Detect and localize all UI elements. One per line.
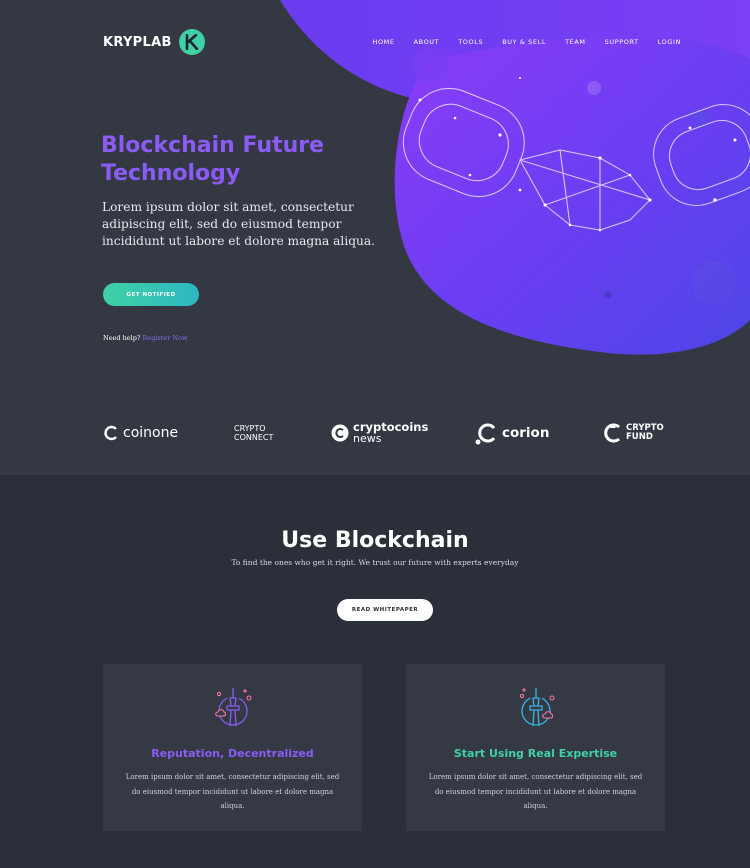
cryptocoins-icon (331, 424, 349, 442)
partner-corion-logo: corion (474, 415, 549, 451)
tower-icon (519, 688, 554, 727)
nav-support[interactable]: SUPPORT (605, 38, 639, 46)
nav-home[interactable]: HOME (372, 38, 394, 46)
feature-card-expertise: Start Using Real Expertise Lorem ipsum d… (406, 664, 665, 831)
main-navigation: HOME ABOUT TOOLS BUY & SELL TEAM SUPPORT… (353, 38, 681, 46)
partner-crypto-connect-logo: CRYPTO CONNECT (234, 424, 274, 442)
read-whitepaper-button[interactable]: READ WHITEPAPER (337, 599, 433, 621)
register-now-link[interactable]: Register Now (142, 334, 187, 342)
card-title: Reputation, Decentralized (151, 747, 314, 760)
hero-title: Blockchain Future Technology (101, 133, 325, 186)
nav-team[interactable]: TEAM (565, 38, 586, 46)
help-text: Need help? (103, 334, 141, 342)
tower-icon (214, 688, 251, 727)
brand-name: KRYPLAB (103, 34, 172, 50)
brand-badge-icon (178, 29, 205, 55)
card-title: Start Using Real Expertise (453, 747, 618, 760)
nav-about[interactable]: ABOUT (414, 38, 440, 46)
brand-logo[interactable]: KRYPLAB (103, 29, 205, 55)
crypto-fund-icon (604, 423, 620, 443)
hero-description: Lorem ipsum dolor sit amet, consectetur … (102, 200, 376, 248)
hero-section: KRYPLAB HOME ABOUT TOOLS BUY & SELL TEAM… (0, 0, 750, 475)
partner-coinone-logo: coinone (103, 415, 178, 451)
nav-tools[interactable]: TOOLS (458, 38, 483, 46)
feature-card-reputation: Reputation, Decentralized Lorem ipsum do… (103, 664, 362, 831)
partner-crypto-fund-logo: CRYPTO FUND (604, 415, 664, 451)
section-subtitle: To find the ones who get it right. We tr… (231, 558, 519, 567)
card-description: Lorem ipsum dolor sit amet, consectetur … (125, 773, 340, 810)
card-description: Lorem ipsum dolor sit amet, consectetur … (428, 773, 643, 810)
get-notified-button[interactable]: GET NOTIFIED (103, 283, 199, 306)
nav-login[interactable]: LOGIN (658, 38, 681, 46)
nav-buy-sell[interactable]: BUY & SELL (502, 38, 546, 46)
corion-icon (475, 423, 496, 445)
partner-logos: coinone CRYPTO CONNECT cryptocoins news … (0, 415, 750, 451)
partner-cryptocoins-news-logo: cryptocoins news (331, 415, 428, 451)
help-line: Need help? Register Now (103, 334, 188, 342)
section-title: Use Blockchain (281, 528, 469, 553)
coinone-icon (104, 425, 117, 441)
